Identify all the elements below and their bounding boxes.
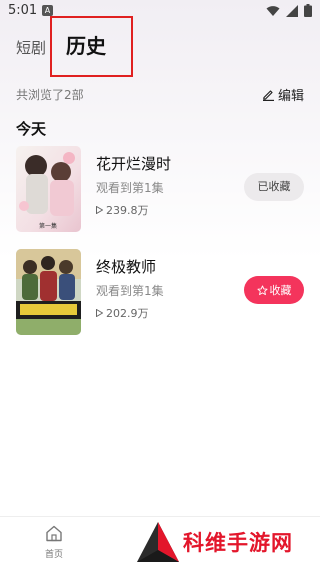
history-summary-row: 共浏览了2部 编辑 xyxy=(16,86,304,104)
watermark-triangle-icon xyxy=(137,522,179,562)
status-bar: 5:01 A xyxy=(0,0,320,22)
item-views-count: 239.8万 xyxy=(106,204,149,217)
annotation-highlight-box xyxy=(50,16,133,77)
collected-button[interactable]: 已收藏 xyxy=(244,173,304,201)
app-notification-icon: A xyxy=(42,5,53,16)
item-title: 终极教师 xyxy=(96,258,157,276)
poster-thumbnail[interactable]: 第一集 xyxy=(16,146,81,232)
item-title: 花开烂漫时 xyxy=(96,155,172,173)
collect-label: 收藏 xyxy=(269,284,292,297)
wifi-icon xyxy=(266,5,280,16)
watermark-logo: 科维手游网 xyxy=(135,520,315,564)
poster-thumbnail[interactable] xyxy=(16,249,81,335)
tab-shortdrama[interactable]: 短剧 xyxy=(16,37,46,58)
item-views: 202.9万 xyxy=(96,305,149,321)
item-views-count: 202.9万 xyxy=(106,307,149,320)
star-icon xyxy=(256,284,268,295)
nav-home-label: 首页 xyxy=(44,550,63,560)
item-views: 239.8万 xyxy=(96,202,149,218)
home-icon xyxy=(46,525,62,542)
pencil-icon xyxy=(262,90,274,101)
list-item[interactable]: 第一集 花开烂漫时 观看到第1集 239.8万 已收藏 xyxy=(16,146,304,232)
battery-icon xyxy=(304,4,312,17)
status-time: 5:01 xyxy=(8,3,38,18)
poster-caption: 第一集 xyxy=(39,222,57,230)
watermark-text: 科维手游网 xyxy=(183,531,293,555)
collect-button[interactable]: 收藏 xyxy=(244,276,304,304)
list-item[interactable]: 终极教师 观看到第1集 202.9万 收藏 xyxy=(16,249,304,335)
status-icons xyxy=(266,4,312,17)
header: 短剧 历史 xyxy=(0,22,320,82)
edit-label: 编辑 xyxy=(277,89,304,104)
play-icon xyxy=(96,206,103,214)
edit-button[interactable]: 编辑 xyxy=(262,85,304,104)
history-count-text: 共浏览了2部 xyxy=(16,88,84,102)
section-title-today: 今天 xyxy=(16,120,47,138)
signal-icon xyxy=(286,4,298,17)
nav-home[interactable]: 首页 xyxy=(40,525,68,560)
item-progress: 观看到第1集 xyxy=(96,181,164,195)
item-progress: 观看到第1集 xyxy=(96,284,164,298)
play-icon xyxy=(96,309,103,317)
